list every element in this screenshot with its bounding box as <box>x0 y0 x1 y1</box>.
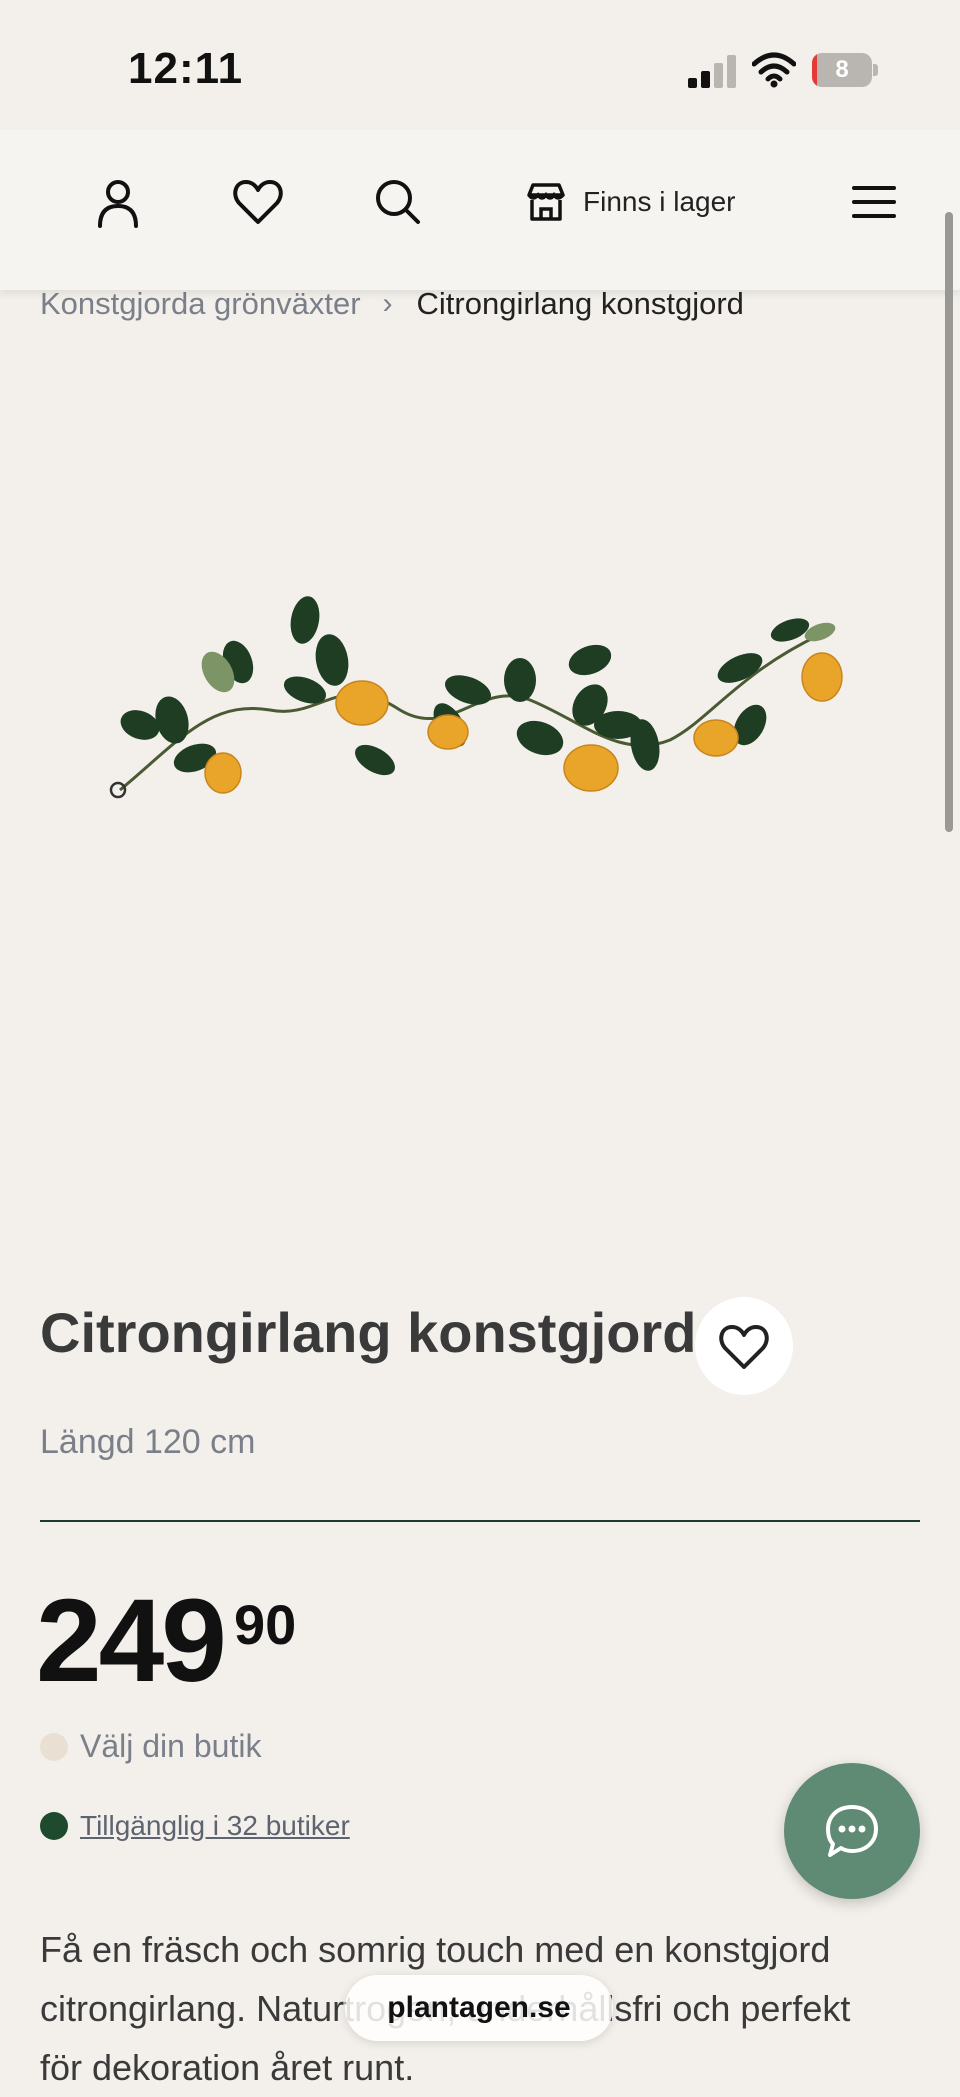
battery-level: 8 <box>835 56 849 83</box>
heart-icon[interactable] <box>232 176 284 228</box>
product-title: Citrongirlang konstgjord <box>40 1301 697 1364</box>
product-subtitle: Längd 120 cm <box>40 1423 256 1461</box>
availability-info: Tillgänglig i 32 butiker <box>40 1810 350 1842</box>
browser-url-bar[interactable]: plantagen.se <box>345 1975 613 2041</box>
chevron-right-icon: › <box>382 287 393 320</box>
store-status-dot <box>40 1732 68 1761</box>
product-image[interactable] <box>100 590 860 820</box>
page-scrollbar[interactable] <box>945 212 953 832</box>
status-bar: 12:11 8 <box>0 0 960 130</box>
search-icon[interactable] <box>372 176 424 228</box>
store-availability-label: Finns i lager <box>583 186 736 217</box>
breadcrumb-current: Citrongirlang konstgjord <box>416 286 744 321</box>
store-icon <box>527 183 565 221</box>
price-decimal: 90 <box>234 1593 297 1656</box>
heart-icon <box>719 1325 769 1369</box>
price-integer: 249 <box>36 1575 227 1707</box>
cellular-signal-icon <box>688 55 736 88</box>
divider <box>40 1520 920 1522</box>
chat-icon <box>826 1805 878 1857</box>
battery-icon: 8 <box>812 53 878 87</box>
wifi-icon <box>752 52 796 88</box>
availability-dot <box>40 1812 68 1840</box>
site-header: Finns i lager <box>0 130 960 290</box>
chat-button[interactable] <box>784 1763 920 1899</box>
availability-link[interactable]: Tillgänglig i 32 butiker <box>80 1810 350 1842</box>
store-availability-button[interactable]: Finns i lager <box>525 172 736 232</box>
account-icon[interactable] <box>92 176 144 228</box>
add-to-favorites-button[interactable] <box>695 1297 793 1395</box>
breadcrumb-parent-link[interactable]: Konstgjorda grönväxter <box>40 286 361 322</box>
choose-store-button[interactable]: Välj din butik <box>40 1728 261 1765</box>
choose-store-label: Välj din butik <box>80 1728 262 1764</box>
menu-icon[interactable] <box>848 176 900 228</box>
status-time: 12:11 <box>128 44 244 93</box>
